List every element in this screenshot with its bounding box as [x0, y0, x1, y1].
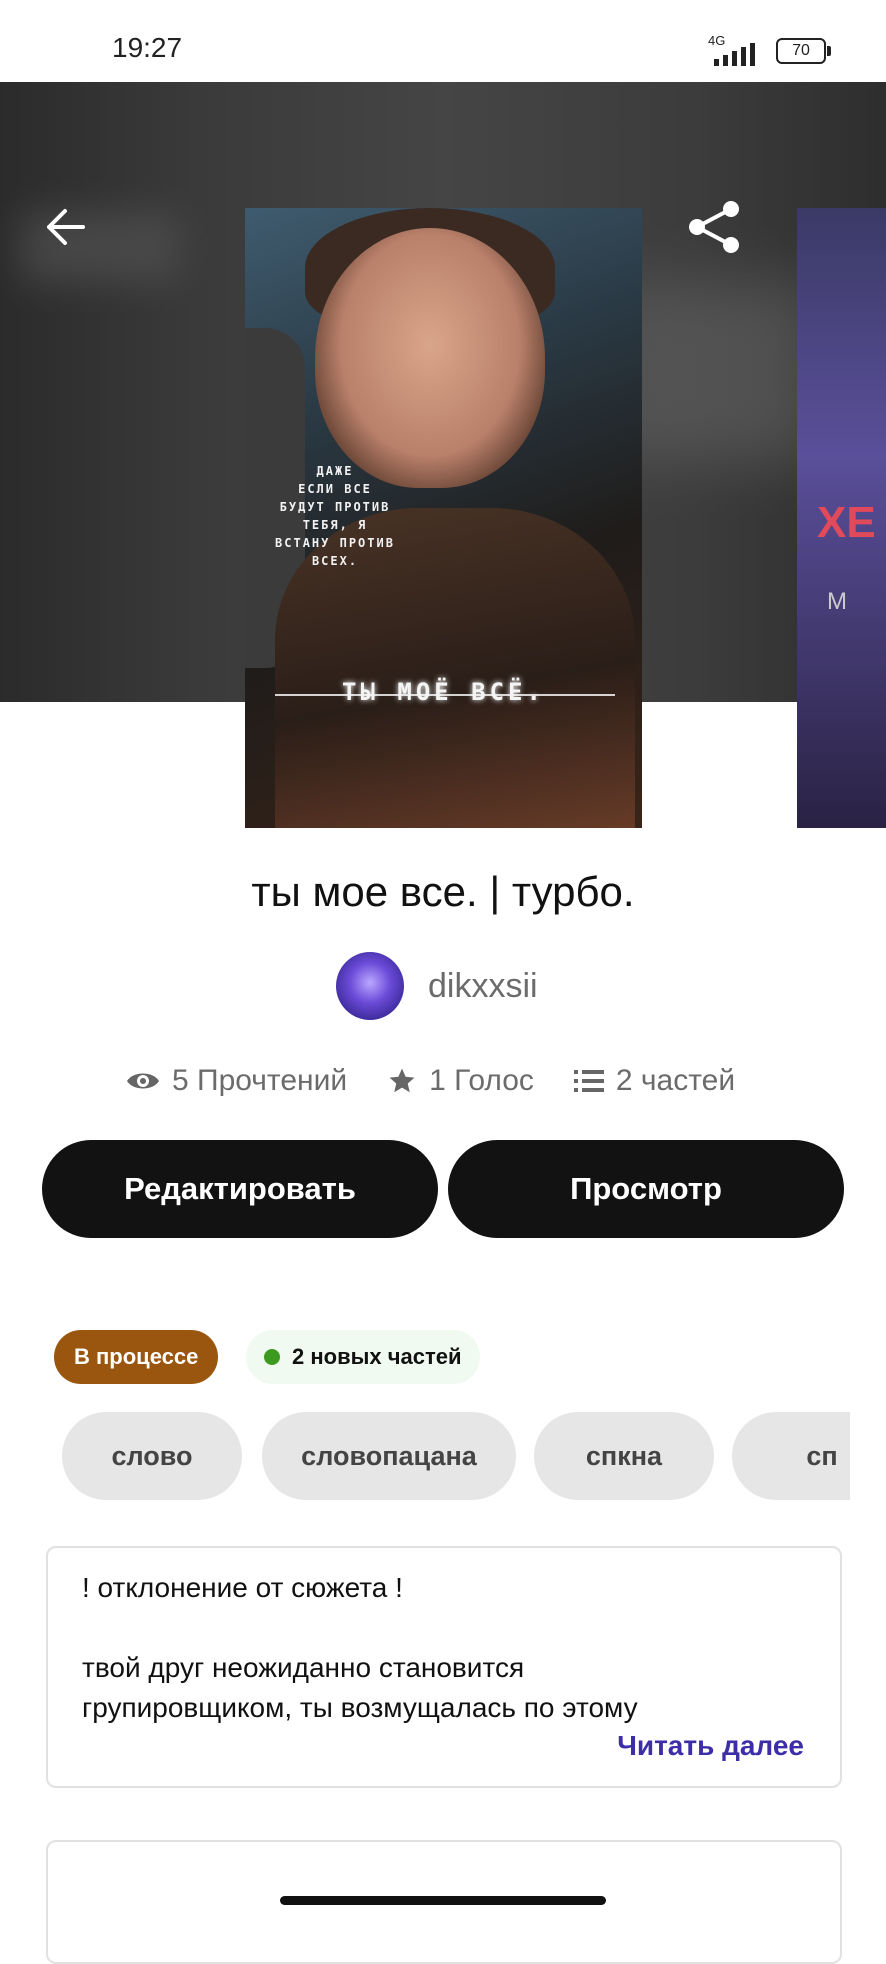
battery-icon: 70 [776, 38, 831, 64]
story-stats: 5 Прочтений 1 Голос 2 частей [126, 1064, 775, 1098]
parts-count: 2 частей [615, 1064, 736, 1097]
description-text: ! отклонение от сюжета ! твой друг неожи… [82, 1572, 638, 1723]
view-button[interactable]: Просмотр [448, 1140, 844, 1238]
story-cover[interactable]: ДАЖЕ ЕСЛИ ВСЕ БУДУТ ПРОТИВ ТЕБЯ, Я ВСТАН… [245, 208, 642, 828]
status-badge: В процессе [54, 1330, 219, 1384]
avatar [336, 952, 404, 1020]
author-link[interactable]: dikxxsii [336, 952, 538, 1020]
new-dot-icon [264, 1349, 280, 1365]
author-name: dikxxsii [428, 966, 538, 1005]
parts-stat: 2 частей [573, 1064, 736, 1098]
signal-icon: 4G [706, 33, 762, 66]
reads-stat: 5 Прочтений [126, 1064, 347, 1098]
cover-title: ТЫ МОЁ ВСЁ. [342, 678, 545, 706]
tag-chip[interactable]: слово [62, 1412, 242, 1500]
share-button[interactable] [676, 192, 752, 262]
list-icon [573, 1070, 604, 1092]
tag-chip[interactable]: словопацана [262, 1412, 516, 1500]
back-button[interactable] [30, 192, 100, 262]
tag-chip[interactable]: спкна [534, 1412, 714, 1500]
votes-stat: 1 Голос [387, 1064, 534, 1098]
status-time: 19:27 [112, 32, 183, 63]
eye-icon [127, 1073, 159, 1089]
tag-list: слово словопацана спкна сп [62, 1412, 850, 1502]
back-arrow-icon [47, 209, 85, 245]
description-card: ! отклонение от сюжета ! твой друг неожи… [46, 1546, 842, 1788]
next-cover-text: ХЕ [817, 498, 876, 547]
edit-button[interactable]: Редактировать [42, 1140, 438, 1238]
cover-quote: ДАЖЕ ЕСЛИ ВСЕ БУДУТ ПРОТИВ ТЕБЯ, Я ВСТАН… [275, 464, 395, 568]
next-story-cover[interactable]: ХЕ М [797, 208, 886, 828]
status-bar: 19:27 4G 70 [0, 0, 886, 82]
read-more-link[interactable]: Читать далее [617, 1730, 804, 1762]
story-title: ты мое все. | турбо. [251, 868, 635, 915]
star-icon [389, 1068, 415, 1093]
reads-count: 5 Прочтений [172, 1064, 348, 1097]
new-parts-badge: 2 новых частей [246, 1330, 480, 1384]
share-icon [689, 201, 739, 253]
tag-chip[interactable]: сп [732, 1412, 850, 1500]
new-parts-label: 2 новых частей [292, 1344, 462, 1369]
votes-count: 1 Голос [429, 1064, 534, 1097]
next-cover-sub: М [827, 588, 847, 615]
home-indicator[interactable] [280, 1896, 606, 1905]
